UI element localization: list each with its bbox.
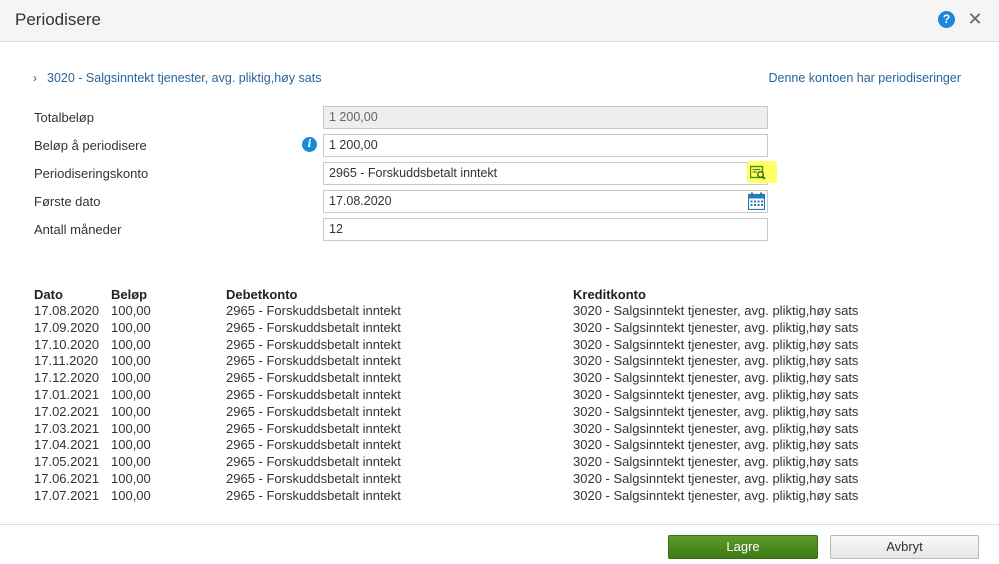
cell-credit: 3020 - Salgsinntekt tjenester, avg. plik… xyxy=(573,336,859,352)
amount-field[interactable]: 1 200,00 xyxy=(323,134,768,157)
cell-debit: 2965 - Forskuddsbetalt inntekt xyxy=(226,336,401,352)
cell-credit: 3020 - Salgsinntekt tjenester, avg. plik… xyxy=(573,437,859,453)
cell-amount: 100,00 xyxy=(111,336,151,352)
cell-credit: 3020 - Salgsinntekt tjenester, avg. plik… xyxy=(573,370,859,386)
cell-debit: 2965 - Forskuddsbetalt inntekt xyxy=(226,403,401,419)
cell-date: 17.08.2020 xyxy=(34,303,100,318)
periodization-link[interactable]: Denne kontoen har periodiseringer xyxy=(769,71,962,85)
cell-amount: 100,00 xyxy=(111,370,151,386)
cell-amount: 100,00 xyxy=(111,437,151,453)
header-amount: Beløp xyxy=(111,287,148,302)
cell-credit: 3020 - Salgsinntekt tjenester, avg. plik… xyxy=(573,471,859,486)
cell-amount: 100,00 xyxy=(111,353,151,369)
dialog-header: Periodisere ? ✕ xyxy=(0,0,999,42)
calendar-icon[interactable] xyxy=(747,192,766,213)
cell-date: 17.05.2021 xyxy=(34,454,100,470)
cell-amount: 100,00 xyxy=(111,387,151,402)
dialog-title: Periodisere xyxy=(15,10,101,29)
cell-date: 17.09.2020 xyxy=(34,319,100,335)
cell-debit: 2965 - Forskuddsbetalt inntekt xyxy=(226,471,401,486)
first-date-field[interactable]: 17.08.2020 xyxy=(323,190,768,213)
total-field: 1 200,00 xyxy=(323,106,768,129)
cell-amount: 100,00 xyxy=(111,319,151,335)
cell-date: 17.07.2021 xyxy=(34,487,100,503)
info-icon[interactable]: i xyxy=(302,137,317,152)
cell-debit: 2965 - Forskuddsbetalt inntekt xyxy=(226,437,401,453)
cell-amount: 100,00 xyxy=(111,471,151,486)
cell-amount: 100,00 xyxy=(111,420,151,436)
cell-debit: 2965 - Forskuddsbetalt inntekt xyxy=(226,487,401,503)
save-button[interactable]: Lagre xyxy=(668,535,818,559)
cell-debit: 2965 - Forskuddsbetalt inntekt xyxy=(226,370,401,386)
cell-date: 17.01.2021 xyxy=(34,387,100,402)
cell-credit: 3020 - Salgsinntekt tjenester, avg. plik… xyxy=(573,303,859,318)
account-lookup-icon[interactable] xyxy=(747,161,777,183)
amount-label: Beløp å periodisere xyxy=(34,138,147,153)
cell-credit: 3020 - Salgsinntekt tjenester, avg. plik… xyxy=(573,454,859,470)
header-date: Dato xyxy=(34,287,63,302)
cell-credit: 3020 - Salgsinntekt tjenester, avg. plik… xyxy=(573,403,859,419)
cell-credit: 3020 - Salgsinntekt tjenester, avg. plik… xyxy=(573,420,859,436)
cancel-button[interactable]: Avbryt xyxy=(830,535,979,559)
cell-date: 17.10.2020 xyxy=(34,336,100,352)
account-expander[interactable]: › 3020 - Salgsinntekt tjenester, avg. pl… xyxy=(33,71,321,85)
cell-date: 17.03.2021 xyxy=(34,420,100,436)
cell-amount: 100,00 xyxy=(111,403,151,419)
months-field[interactable]: 12 xyxy=(323,218,768,241)
periodization-account-field[interactable]: 2965 - Forskuddsbetalt inntekt xyxy=(323,162,768,185)
cell-credit: 3020 - Salgsinntekt tjenester, avg. plik… xyxy=(573,319,859,335)
cell-amount: 100,00 xyxy=(111,303,151,318)
cell-debit: 2965 - Forskuddsbetalt inntekt xyxy=(226,454,401,470)
question-circle-icon[interactable]: ? xyxy=(938,11,955,28)
cell-date: 17.11.2020 xyxy=(34,353,99,369)
header-debit: Debetkonto xyxy=(226,287,298,302)
cell-date: 17.04.2021 xyxy=(34,437,100,453)
cell-date: 17.02.2021 xyxy=(34,403,100,419)
cell-credit: 3020 - Salgsinntekt tjenester, avg. plik… xyxy=(573,353,859,369)
cell-credit: 3020 - Salgsinntekt tjenester, avg. plik… xyxy=(573,487,859,503)
cell-debit: 2965 - Forskuddsbetalt inntekt xyxy=(226,353,401,369)
account-field-label: Periodiseringskonto xyxy=(34,166,149,181)
cell-debit: 2965 - Forskuddsbetalt inntekt xyxy=(226,420,401,436)
first-date-label: Første dato xyxy=(34,194,101,209)
cell-date: 17.12.2020 xyxy=(34,370,100,386)
cell-amount: 100,00 xyxy=(111,454,151,470)
chevron-right-icon: › xyxy=(33,71,37,85)
cell-debit: 2965 - Forskuddsbetalt inntekt xyxy=(226,303,401,318)
account-label: 3020 - Salgsinntekt tjenester, avg. plik… xyxy=(47,71,322,85)
cell-debit: 2965 - Forskuddsbetalt inntekt xyxy=(226,387,401,402)
cell-date: 17.06.2021 xyxy=(34,471,100,486)
close-icon[interactable]: ✕ xyxy=(966,9,984,29)
months-label: Antall måneder xyxy=(34,222,122,237)
cell-amount: 100,00 xyxy=(111,487,151,503)
header-credit: Kreditkonto xyxy=(573,287,646,302)
total-label: Totalbeløp xyxy=(34,110,94,125)
cell-credit: 3020 - Salgsinntekt tjenester, avg. plik… xyxy=(573,387,859,402)
cell-debit: 2965 - Forskuddsbetalt inntekt xyxy=(226,319,401,335)
